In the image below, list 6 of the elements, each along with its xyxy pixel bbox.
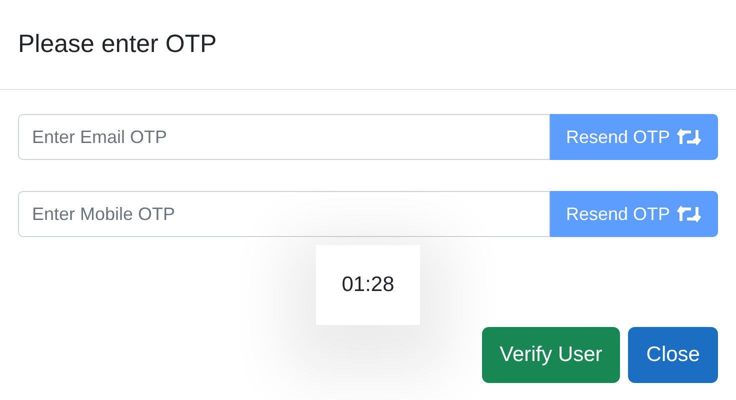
modal-title: Please enter OTP <box>18 30 217 59</box>
verify-button[interactable]: Verify User <box>482 327 620 383</box>
repeat-icon <box>676 128 702 146</box>
repeat-icon <box>676 205 702 223</box>
countdown-timer: 01:28 <box>316 245 420 325</box>
close-button[interactable]: Close <box>628 327 718 383</box>
